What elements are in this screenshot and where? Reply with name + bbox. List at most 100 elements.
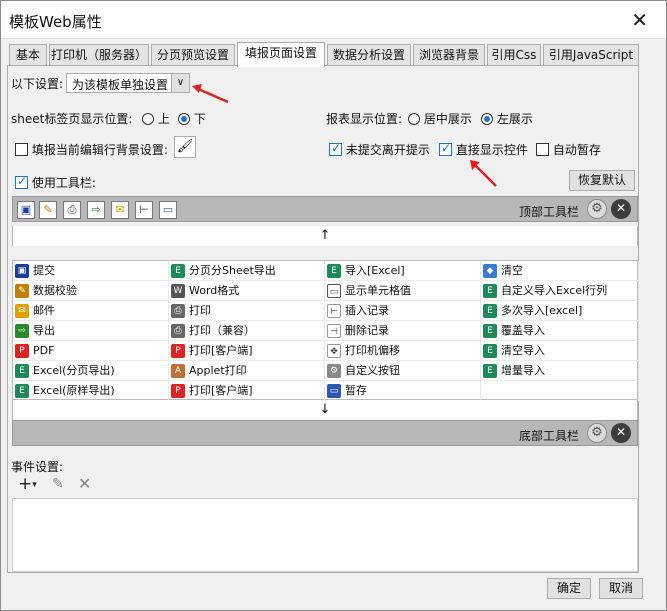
item-word[interactable]: W Word格式 bbox=[169, 281, 325, 301]
tab-browser-background[interactable]: 浏览器背景 bbox=[413, 44, 485, 66]
window-icon[interactable]: ▭ bbox=[159, 201, 177, 219]
item-print-client[interactable]: P 打印[客户端] bbox=[169, 341, 325, 361]
item-delete-record[interactable]: ⊣ 删除记录 bbox=[325, 321, 481, 341]
item-mail[interactable]: ✉ 邮件 bbox=[13, 301, 169, 321]
export-icon[interactable]: ⇨ bbox=[87, 201, 105, 219]
radio-sheet-top[interactable] bbox=[142, 113, 154, 125]
item-label: 多次导入[excel] bbox=[501, 304, 583, 317]
excel-icon: E bbox=[171, 264, 185, 278]
tab-printer-server[interactable]: 打印机（服务器） bbox=[49, 44, 149, 66]
checkbox-unsubmitted[interactable] bbox=[329, 141, 342, 156]
delete-icon[interactable]: ✕ bbox=[78, 474, 91, 493]
item-overwrite-import[interactable]: E 覆盖导入 bbox=[481, 321, 639, 341]
report-center-option[interactable]: 居中展示 bbox=[408, 110, 472, 127]
remove-icon[interactable]: ✕ bbox=[611, 199, 631, 219]
checkbox-use-toolbar[interactable] bbox=[15, 174, 28, 189]
tab-javascript[interactable]: 引用JavaScript bbox=[543, 44, 639, 66]
cancel-button[interactable]: 取消 bbox=[599, 578, 643, 599]
item-pdf[interactable]: P PDF bbox=[13, 341, 169, 361]
item-incremental-import[interactable]: E 增量导入 bbox=[481, 361, 639, 381]
direct-display-label: 直接显示控件 bbox=[455, 143, 528, 157]
export-icon: ⇨ bbox=[15, 324, 29, 338]
events-list[interactable] bbox=[12, 498, 638, 572]
item-label: 导入[Excel] bbox=[345, 264, 405, 277]
tab-basic[interactable]: 基本 bbox=[9, 44, 47, 66]
item-print-client-2[interactable]: P 打印[客户端] bbox=[169, 381, 325, 401]
item-label: 打印 bbox=[189, 304, 211, 317]
radio-report-left[interactable] bbox=[481, 113, 493, 125]
insert-row-icon[interactable]: ⊢ bbox=[135, 201, 153, 219]
ok-button[interactable]: 确定 bbox=[547, 578, 591, 599]
item-show-cell[interactable]: ▭ 显示单元格值 bbox=[325, 281, 481, 301]
item-empty bbox=[481, 381, 639, 401]
web-properties-dialog: 模板Web属性 ✕ 基本 打印机（服务器） 分页预览设置 填报页面设置 数据分析… bbox=[0, 0, 667, 611]
checkbox-direct-display[interactable] bbox=[439, 141, 452, 156]
item-label: 提交 bbox=[33, 264, 55, 277]
tab-page-preview[interactable]: 分页预览设置 bbox=[151, 44, 235, 66]
item-clear-import[interactable]: E 清空导入 bbox=[481, 341, 639, 361]
print-icon[interactable]: ⎙ bbox=[63, 201, 81, 219]
item-custom-button[interactable]: ⚙ 自定义按钮 bbox=[325, 361, 481, 381]
item-insert-record[interactable]: ⊢ 插入记录 bbox=[325, 301, 481, 321]
mode-select[interactable]: 为该模板单独设置 ∨ bbox=[66, 73, 190, 93]
item-multi-import[interactable]: E 多次导入[excel] bbox=[481, 301, 639, 321]
item-label: Excel(原样导出) bbox=[33, 384, 115, 397]
save-icon[interactable]: ▣ bbox=[17, 201, 35, 219]
item-export[interactable]: ⇨ 导出 bbox=[13, 321, 169, 341]
direct-display-option[interactable]: 直接显示控件 bbox=[439, 141, 528, 158]
remove-icon[interactable]: ✕ bbox=[611, 423, 631, 443]
item-submit[interactable]: ▣ 提交 bbox=[13, 261, 169, 281]
tab-fill-page-settings[interactable]: 填报页面设置 bbox=[237, 42, 325, 67]
autosave-option[interactable]: 自动暂存 bbox=[536, 141, 601, 158]
mail-icon[interactable]: ✉ bbox=[111, 201, 129, 219]
gear-icon[interactable]: ⚙ bbox=[587, 423, 607, 443]
tab-data-analysis[interactable]: 数据分析设置 bbox=[327, 44, 411, 66]
report-left-option[interactable]: 左展示 bbox=[481, 110, 533, 127]
unsubmitted-option[interactable]: 未提交离开提示 bbox=[329, 141, 430, 158]
item-label: 打印[客户端] bbox=[189, 384, 253, 397]
move-up-arrow[interactable]: ↑ bbox=[12, 226, 638, 246]
pdf-icon: P bbox=[15, 344, 29, 358]
radio-sheet-bottom[interactable] bbox=[178, 113, 190, 125]
insert-row-icon: ⊢ bbox=[327, 304, 341, 318]
item-data-check[interactable]: ✎ 数据校验 bbox=[13, 281, 169, 301]
sheet-bottom-option[interactable]: 下 bbox=[178, 110, 206, 127]
radio-report-center[interactable] bbox=[408, 113, 420, 125]
report-center-label: 居中展示 bbox=[423, 112, 472, 126]
item-custom-import[interactable]: E 自定义导入Excel行列 bbox=[481, 281, 639, 301]
item-sheet-export[interactable]: E 分页分Sheet导出 bbox=[169, 261, 325, 281]
item-excel-page-export[interactable]: E Excel(分页导出) bbox=[13, 361, 169, 381]
item-print-compat[interactable]: ⎙ 打印（兼容） bbox=[169, 321, 325, 341]
cell-icon: ▭ bbox=[327, 284, 341, 298]
pdf-print-icon: P bbox=[171, 344, 185, 358]
item-import-excel[interactable]: E 导入[Excel] bbox=[325, 261, 481, 281]
gear-icon[interactable]: ⚙ bbox=[587, 199, 607, 219]
checkbox-row-bg[interactable] bbox=[15, 143, 28, 156]
item-label: 分页分Sheet导出 bbox=[189, 264, 276, 277]
below-settings-label: 以下设置: bbox=[11, 77, 64, 91]
paint-bucket-icon[interactable]: 🖌 bbox=[174, 136, 196, 158]
close-icon[interactable]: ✕ bbox=[631, 8, 648, 32]
bottom-toolbar-label: 底部工具栏 bbox=[519, 429, 580, 443]
item-label: 显示单元格值 bbox=[345, 284, 411, 297]
tab-css[interactable]: 引用Css bbox=[487, 44, 541, 66]
row-bg-option[interactable]: 填报当前编辑行背景设置: bbox=[15, 141, 168, 158]
item-excel-original-export[interactable]: E Excel(原样导出) bbox=[13, 381, 169, 401]
item-label: 数据校验 bbox=[33, 284, 77, 297]
checkbox-autosave[interactable] bbox=[536, 143, 549, 156]
use-toolbar-option[interactable]: 使用工具栏: bbox=[15, 174, 96, 191]
move-down-arrow[interactable]: ↓ bbox=[12, 400, 638, 420]
edit-icon[interactable]: ✎ bbox=[52, 476, 64, 492]
add-icon[interactable]: +▾ bbox=[18, 474, 37, 494]
sheet-top-option[interactable]: 上 bbox=[142, 110, 170, 127]
excel-icon: E bbox=[15, 384, 29, 398]
chevron-down-icon[interactable]: ∨ bbox=[171, 74, 189, 92]
item-print[interactable]: ⎙ 打印 bbox=[169, 301, 325, 321]
fill-page-panel: 以下设置: 为该模板单独设置 ∨ sheet标签页显示位置: 上 下 报表显示位… bbox=[7, 65, 639, 573]
item-printer-offset[interactable]: ✥ 打印机偏移 bbox=[325, 341, 481, 361]
item-applet-print[interactable]: A Applet打印 bbox=[169, 361, 325, 381]
item-temp-save[interactable]: ▭ 暂存 bbox=[325, 381, 481, 401]
item-clear[interactable]: ◆ 清空 bbox=[481, 261, 639, 281]
restore-default-button[interactable]: 恢复默认 bbox=[569, 170, 635, 191]
pencil-icon[interactable]: ✎ bbox=[39, 201, 57, 219]
